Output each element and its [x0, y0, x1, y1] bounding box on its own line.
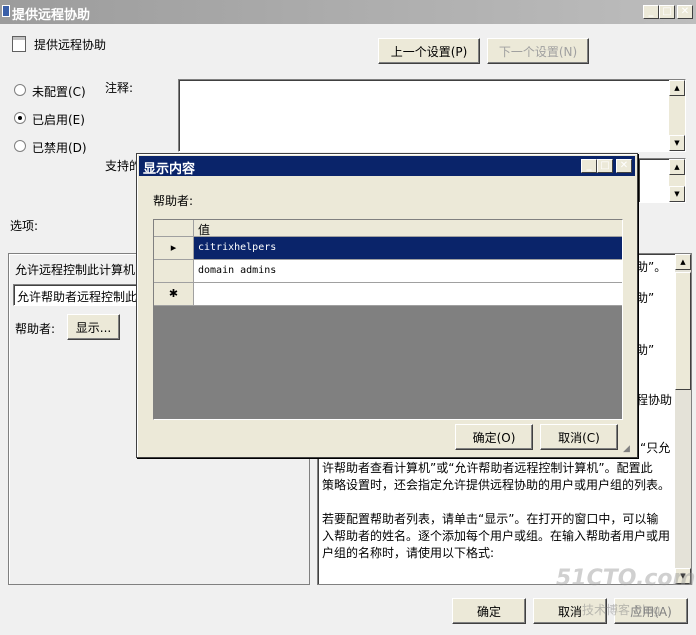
comment-label: 注释:	[105, 81, 134, 95]
resize-grip-icon[interactable]: ◢	[623, 444, 630, 454]
grid-corner	[154, 220, 194, 236]
grid-row[interactable]: ✱	[154, 283, 622, 306]
ok-button[interactable]: 确定	[452, 598, 526, 624]
allow-remote-control-label: 允许远程控制此计算机:	[15, 263, 140, 277]
maximize-button[interactable]: □	[659, 5, 675, 19]
grid-header: 值	[154, 220, 622, 237]
help-text-line: 策略设置时，还会指定允许提供远程协助的用户或用户组的列表。	[322, 478, 671, 492]
comment-textarea[interactable]: ▲ ▼	[178, 79, 686, 152]
help-text-line: 若要配置帮助者列表，请单击“显示”。在打开的窗口中，可以输	[322, 512, 659, 526]
grid-cell[interactable]: domain admins	[194, 260, 622, 283]
show-button[interactable]: 显示...	[67, 314, 120, 340]
help-text-fragment: “只允	[640, 441, 671, 455]
supported-on-box: ▲ ▼	[638, 158, 686, 203]
next-setting-button[interactable]: 下一个设置(N)	[487, 38, 589, 64]
scroll-up-arrow-icon[interactable]: ▲	[669, 80, 685, 96]
dialog-cancel-button[interactable]: 取消(C)	[540, 424, 618, 450]
helpers-label: 帮助者:	[15, 322, 56, 336]
scroll-down-arrow-icon[interactable]: ▼	[669, 186, 685, 202]
row-selector-icon[interactable]: ▸	[154, 237, 194, 260]
help-text-line: 户组的名称时，请使用以下格式:	[322, 546, 495, 560]
grid-cell[interactable]	[194, 283, 622, 306]
disabled-label[interactable]: 已禁用(D)	[32, 139, 87, 156]
help-text-fragment: 程协助	[636, 393, 673, 407]
comment-scrollbar[interactable]: ▲ ▼	[669, 80, 685, 151]
not-configured-radio[interactable]	[14, 84, 26, 96]
policy-name: 提供远程协助	[34, 38, 107, 52]
dialog-close-button[interactable]: ✕	[616, 159, 632, 173]
scroll-down-arrow-icon[interactable]: ▼	[669, 135, 685, 151]
dialog-title-bar: 显示内容 _ □ ✕	[139, 156, 635, 177]
window-title: 提供远程协助	[12, 8, 91, 23]
window-title-bar: 提供远程协助 _ □ ✕	[0, 0, 696, 24]
scroll-up-arrow-icon[interactable]: ▲	[669, 159, 685, 175]
close-button[interactable]: ✕	[677, 5, 693, 19]
policy-icon	[12, 36, 26, 52]
options-label: 选项:	[10, 219, 39, 233]
watermark-site: 51CTO.com	[556, 566, 696, 591]
prev-setting-button[interactable]: 上一个设置(P)	[378, 38, 480, 64]
help-text-fragment: 助”	[636, 343, 655, 357]
help-scrollbar[interactable]: ▲ ▼	[675, 254, 691, 584]
helpers-grid: 值 ▸ citrixhelpers domain admins ✱	[153, 219, 623, 420]
not-configured-label[interactable]: 未配置(C)	[32, 83, 86, 100]
dialog-maximize-button[interactable]: □	[597, 159, 613, 173]
help-text-fragment: 助”。	[636, 260, 667, 274]
supported-scrollbar[interactable]: ▲ ▼	[669, 159, 685, 202]
scroll-up-arrow-icon[interactable]: ▲	[675, 254, 691, 270]
enabled-radio[interactable]	[14, 112, 26, 124]
dialog-ok-button[interactable]: 确定(O)	[455, 424, 533, 450]
help-text-line: 许帮助者查看计算机”或“允许帮助者远程控制计算机”。配置此	[322, 461, 653, 475]
watermark-sub: 技术博客 Blog	[582, 603, 661, 617]
dialog-helpers-label: 帮助者:	[153, 194, 194, 208]
new-row-icon[interactable]: ✱	[154, 283, 194, 306]
row-selector-icon[interactable]	[154, 260, 194, 283]
app-icon	[2, 5, 10, 17]
disabled-radio[interactable]	[14, 140, 26, 152]
grid-cell[interactable]: citrixhelpers	[194, 237, 622, 260]
help-text-line: 入帮助者的姓名。逐个添加每个用户或组。在输入帮助者用户或用	[322, 529, 671, 543]
scroll-thumb[interactable]	[675, 272, 691, 390]
minimize-button[interactable]: _	[643, 5, 659, 19]
dialog-title: 显示内容	[143, 162, 196, 177]
dropdown-value: 允许帮助者远程控制此	[17, 290, 138, 304]
help-text-fragment: 助”	[636, 291, 655, 305]
grid-row[interactable]: domain admins	[154, 260, 622, 283]
grid-row[interactable]: ▸ citrixhelpers	[154, 237, 622, 260]
dialog-minimize-button[interactable]: _	[581, 159, 597, 173]
value-column-header[interactable]: 值	[198, 221, 210, 238]
enabled-label[interactable]: 已启用(E)	[32, 111, 85, 128]
show-contents-dialog: 显示内容 _ □ ✕ 帮助者: 值 ▸ citrixhelpers domain…	[136, 153, 638, 458]
